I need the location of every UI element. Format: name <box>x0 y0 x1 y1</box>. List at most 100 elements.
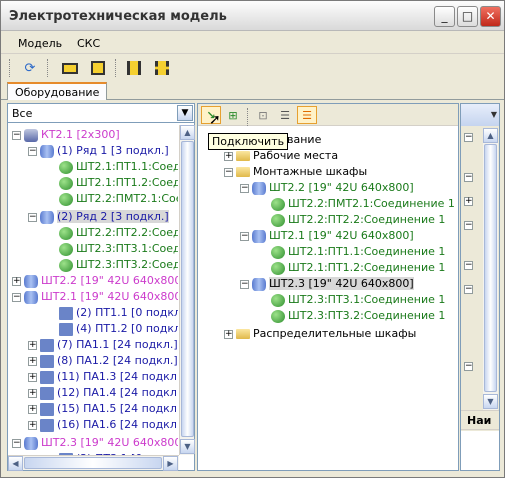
collapse-icon[interactable]: − <box>240 183 249 193</box>
connections-tree-item[interactable]: − ШТ2.3 [19" 42U 640x800] <box>240 276 414 292</box>
equipment-tree-item[interactable]: + (7) ПА1.1 [24 подкл.] <box>28 337 178 353</box>
equipment-tree-item[interactable]: − (2) Ряд 2 [3 подкл.] <box>28 209 169 225</box>
equipment-tree-item[interactable]: ШТ2.1:ПТ1.1:Соединение 1 <box>44 159 178 175</box>
details-toolbar: ▼ <box>461 104 499 126</box>
equipment-tree-item[interactable]: ШТ2.3:ПТ3.1:Соединение 1 <box>44 241 178 257</box>
expand-icon[interactable]: + <box>28 404 37 414</box>
connections-tree-item[interactable]: ШТ2.3:ПТ3.1:Соединение 1 <box>256 292 445 308</box>
vertical-scrollbar[interactable]: ▲ ▼ <box>483 128 498 410</box>
maximize-button[interactable]: □ <box>457 6 478 27</box>
connect-ports-icon[interactable] <box>123 57 145 79</box>
vertical-scrollbar[interactable]: ▲ ▼ <box>179 125 195 455</box>
connections-tree-item[interactable]: − ШТ2.1 [19" 42U 640x800] <box>240 228 414 244</box>
connections-tree-item[interactable]: + Рабочие места <box>224 148 338 164</box>
equipment-tree-item[interactable]: + (8) ПА1.2 [24 подкл.] <box>28 353 178 369</box>
equipment-tree-item[interactable]: (4) ПТ1.2 [0 подкл.] <box>44 321 178 337</box>
collapse-icon[interactable]: − <box>464 133 473 142</box>
link-icon <box>59 258 73 272</box>
collapse-icon[interactable]: − <box>464 285 473 294</box>
connections-tree-item-label: Рабочие места <box>253 149 339 162</box>
rack-add-icon[interactable] <box>59 57 81 79</box>
collapse-icon[interactable]: − <box>240 231 249 241</box>
expand-icon[interactable]: + <box>224 151 233 161</box>
scroll-down-icon[interactable]: ▼ <box>483 394 498 409</box>
equipment-tree-item[interactable]: ШТ2.3:ПТ3.2:Соединение 1 <box>44 257 178 273</box>
scroll-right-icon[interactable]: ▶ <box>163 456 178 471</box>
horizontal-scrollbar[interactable]: ◀ ▶ <box>8 455 179 471</box>
equipment-tree-item[interactable]: (2) ПТ1.1 [0 подкл.] <box>44 305 178 321</box>
panel-icon[interactable] <box>87 57 109 79</box>
expand-icon[interactable]: + <box>28 356 37 366</box>
connections-tree-item[interactable]: − ШТ2.2 [19" 42U 640x800] <box>240 180 414 196</box>
scroll-left-icon[interactable]: ◀ <box>8 456 23 471</box>
collapse-icon[interactable]: − <box>12 130 21 140</box>
collapse-icon[interactable]: ⊡ <box>253 106 273 124</box>
expand-icon[interactable]: + <box>28 340 37 350</box>
scroll-up-icon[interactable]: ▲ <box>180 125 195 140</box>
db-icon <box>252 277 266 291</box>
expand-icon[interactable]: + <box>224 329 233 339</box>
scroll-thumb[interactable] <box>484 144 497 392</box>
connections-tree-item[interactable]: ШТ2.1:ПТ1.1:Соединение 1 <box>256 244 445 260</box>
scroll-down-icon[interactable]: ▼ <box>180 439 195 454</box>
tab-equipment[interactable]: Оборудование <box>7 82 108 100</box>
disconnect-ports-icon[interactable] <box>151 57 173 79</box>
chevron-down-icon[interactable]: ▼ <box>491 110 497 119</box>
equipment-tree-item[interactable]: + (15) ПА1.5 [24 подкл.] <box>28 401 178 417</box>
collapse-icon[interactable]: − <box>12 292 21 302</box>
collapse-icon[interactable]: − <box>12 438 21 448</box>
equipment-tree-item-label: (1) Ряд 1 [3 подкл.] <box>57 144 169 157</box>
scroll-thumb[interactable] <box>24 457 162 469</box>
equipment-tree-item-label: ШТ2.2:ПТ2.2:Соединение 1 <box>76 226 178 239</box>
equipment-tree-item[interactable]: + (11) ПА1.3 [24 подкл.] <box>28 369 178 385</box>
collapse-icon[interactable]: − <box>28 212 37 222</box>
equipment-tree-item[interactable]: + ШТ2.2 [19" 42U 640x800] <box>12 273 178 289</box>
equipment-tree-item[interactable]: ШТ2.2:ПТ2.2:Соединение 1 <box>44 225 178 241</box>
close-button[interactable]: ✕ <box>480 6 501 27</box>
connections-tree-item[interactable]: ШТ2.2:ПМТ2.1:Соединение 1 <box>256 196 455 212</box>
chevron-down-icon[interactable]: ▼ <box>177 105 193 121</box>
collapse-icon[interactable]: − <box>28 146 37 156</box>
connections-tree-item[interactable]: ШТ2.2:ПТ2.2:Соединение 1 <box>256 212 445 228</box>
expand-icon[interactable]: + <box>28 388 37 398</box>
scroll-up-icon[interactable]: ▲ <box>483 128 498 143</box>
collapse-icon[interactable]: − <box>464 362 473 371</box>
toolbar-separator <box>115 59 117 77</box>
equipment-tree-item[interactable]: ШТ2.1:ПТ1.2:Соединение 1 <box>44 175 178 191</box>
menu-scs[interactable]: СКС <box>77 37 100 50</box>
column-header[interactable]: Наи <box>461 410 499 430</box>
collapse-icon[interactable]: − <box>464 261 473 270</box>
db-icon <box>40 210 54 224</box>
equipment-tree-item[interactable]: − КТ2.1 [2x300] <box>12 127 120 143</box>
connections-tree-item[interactable]: ШТ2.3:ПТ3.2:Соединение 1 <box>256 308 445 324</box>
expand-icon[interactable]: + <box>464 197 473 206</box>
collapse-icon[interactable]: − <box>224 167 233 177</box>
equipment-tree-item[interactable]: − ШТ2.1 [19" 42U 640x800] <box>12 289 178 305</box>
connections-tree-item[interactable]: + Распределительные шкафы <box>224 326 416 342</box>
collapse-icon[interactable]: − <box>240 279 249 289</box>
minimize-button[interactable]: _ <box>434 6 455 27</box>
list-view-icon[interactable]: ☰ <box>297 106 317 124</box>
collapse-icon[interactable]: − <box>464 173 473 182</box>
connections-tree-item-label: ШТ2.2:ПМТ2.1:Соединение 1 <box>288 197 455 210</box>
connections-tree-item[interactable]: − Монтажные шкафы <box>224 164 367 180</box>
scroll-thumb[interactable] <box>181 141 194 437</box>
equipment-tree-item[interactable]: + (12) ПА1.4 [24 подкл.] <box>28 385 178 401</box>
equipment-tree-item[interactable]: − (1) Ряд 1 [3 подкл.] <box>28 143 169 159</box>
link-icon <box>59 192 73 206</box>
menu-model[interactable]: Модель <box>18 37 62 50</box>
equipment-tree-item[interactable]: ШТ2.2:ПМТ2.1:Соединение 1 <box>44 191 178 207</box>
link-icon <box>271 245 285 259</box>
filter-combo[interactable]: Все ▼ <box>8 104 194 123</box>
expand-icon[interactable]: + <box>12 276 21 286</box>
title-bar[interactable]: Электротехническая модель _ □ ✕ <box>1 1 504 31</box>
expand-icon[interactable]: + <box>28 372 37 382</box>
expand-icon[interactable]: + <box>28 420 37 430</box>
tree-view-icon[interactable]: ☰ <box>275 106 295 124</box>
collapse-icon[interactable]: − <box>464 221 473 230</box>
equipment-tree-item[interactable]: − ШТ2.3 [19" 42U 640x800] <box>12 435 178 451</box>
equipment-tree-item[interactable]: + (16) ПА1.6 [24 подкл.] <box>28 417 178 433</box>
link-tree-icon[interactable]: ⊞ <box>223 106 243 124</box>
connections-tree-item[interactable]: ШТ2.1:ПТ1.2:Соединение 1 <box>256 260 445 276</box>
refresh-icon[interactable]: ⟳ <box>19 57 41 79</box>
